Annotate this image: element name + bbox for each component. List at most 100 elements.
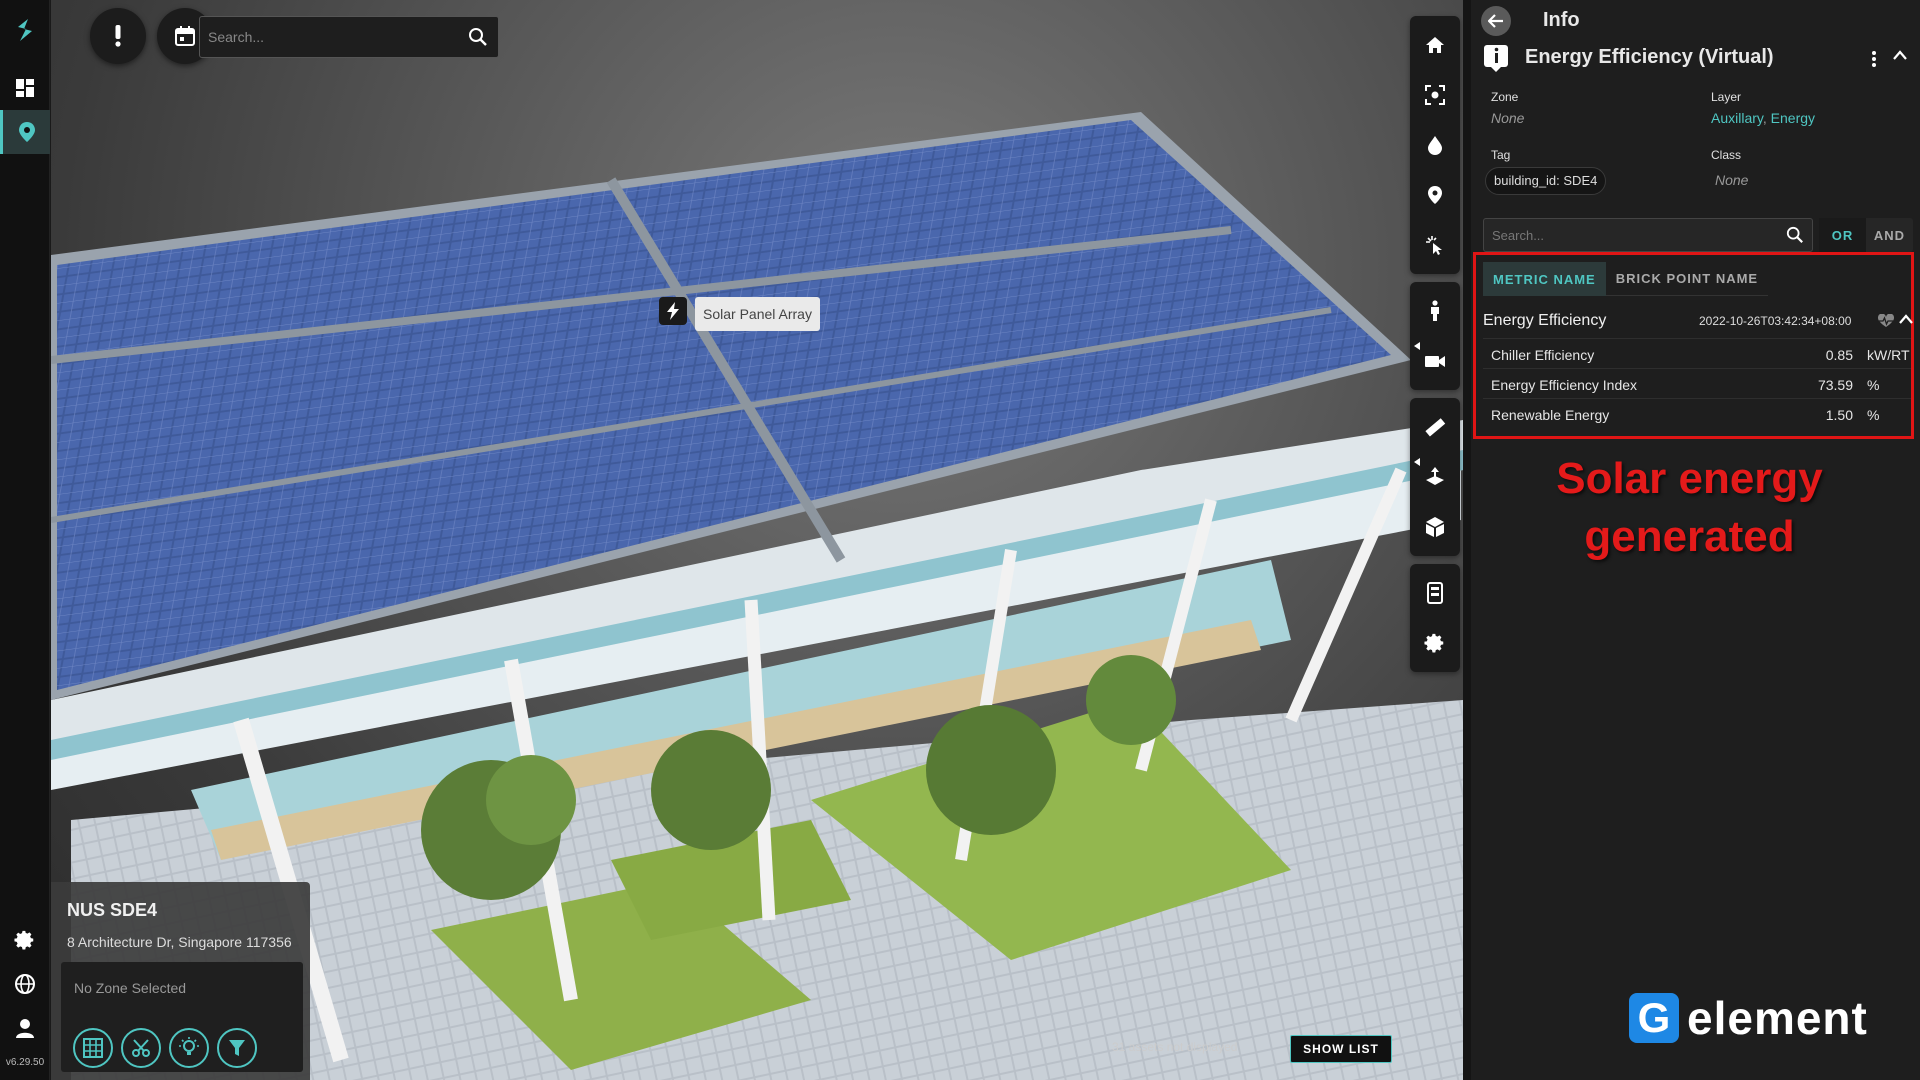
metric-value: 1.50 <box>1825 407 1853 423</box>
viewport-search-input[interactable] <box>208 17 458 57</box>
search-icon[interactable] <box>1786 226 1804 249</box>
metric-value: 73.59 <box>1817 377 1853 393</box>
settings-nav[interactable] <box>0 918 50 962</box>
chevron-up-icon[interactable] <box>1899 314 1913 324</box>
poi-button[interactable] <box>1410 170 1460 220</box>
logic-toggle: OR AND <box>1819 218 1913 252</box>
metric-name: Renewable Energy <box>1491 407 1610 423</box>
walk-mode-button[interactable] <box>1410 286 1460 336</box>
metric-search[interactable] <box>1483 218 1813 252</box>
exclamation-icon <box>115 25 121 47</box>
layer-link-auxillary[interactable]: Auxillary <box>1711 110 1763 126</box>
class-label: Class <box>1711 148 1742 162</box>
annotation-line-2: generated <box>1584 512 1795 561</box>
cut-tool-button[interactable] <box>121 1028 161 1068</box>
focus-view-button[interactable] <box>1410 70 1460 120</box>
logic-or-button[interactable]: OR <box>1819 218 1866 252</box>
more-options-icon[interactable] <box>1871 50 1877 68</box>
drop-icon <box>1428 136 1442 155</box>
metric-unit: % <box>1867 407 1880 423</box>
hidden-assets-count: 31 assets not displayed <box>1112 1040 1238 1054</box>
focus-target-icon <box>1425 85 1445 105</box>
map-marker-icon <box>1428 186 1442 204</box>
tab-brick-point-name[interactable]: BRICK POINT NAME <box>1605 262 1769 296</box>
alerts-button[interactable] <box>90 8 146 64</box>
metric-value: 0.85 <box>1825 347 1853 363</box>
metric-group-timestamp: 2022-10-26T03:42:34+08:00 <box>1699 314 1852 328</box>
section-button[interactable] <box>1410 452 1460 502</box>
viewer-settings-button[interactable] <box>1410 618 1460 668</box>
move-arrows-icon <box>1426 467 1444 485</box>
layers-drop-button[interactable] <box>1410 120 1460 170</box>
expand-caret-icon <box>1414 458 1420 466</box>
search-icon[interactable] <box>468 27 488 52</box>
navigation-tools <box>1410 16 1460 274</box>
gear-icon <box>14 930 34 950</box>
expand-caret-icon <box>1414 342 1420 350</box>
measure-button[interactable] <box>1410 402 1460 452</box>
lightbulb-icon <box>179 1037 199 1055</box>
metric-unit: kW/RT <box>1867 347 1910 363</box>
zone-selector[interactable]: No Zone Selected <box>61 962 303 1072</box>
info-entity-icon <box>1484 45 1508 72</box>
metric-row[interactable]: Chiller Efficiency 0.85 kW/RT <box>1483 338 1911 368</box>
globe-nav[interactable] <box>0 962 50 1006</box>
metric-group-header[interactable]: Energy Efficiency 2022-10-26T03:42:34+08… <box>1483 306 1913 336</box>
metric-tabs: METRIC NAME BRICK POINT NAME <box>1483 262 1769 296</box>
info-panel: Info Energy Efficiency (Virtual) Zone No… <box>1463 0 1920 1080</box>
lighting-button[interactable] <box>169 1028 209 1068</box>
zone-label: Zone <box>1491 90 1519 104</box>
chevron-up-icon[interactable] <box>1893 50 1907 60</box>
scissors-icon <box>132 1039 150 1057</box>
dashboard-nav[interactable] <box>0 66 50 110</box>
show-list-button[interactable]: SHOW LIST <box>1290 1035 1392 1063</box>
3d-viewport[interactable]: Solar Panel Array <box>51 0 1463 1080</box>
layer-link-energy[interactable]: Energy <box>1771 110 1815 126</box>
calendar-icon <box>175 26 195 46</box>
arrow-left-icon <box>1488 14 1503 28</box>
heartbeat-icon[interactable] <box>1877 314 1895 328</box>
location-card: NUS SDE4 8 Architecture Dr, Singapore 11… <box>51 882 310 1080</box>
filter-button[interactable] <box>217 1028 257 1068</box>
building-address: 8 Architecture Dr, Singapore 117356 <box>67 934 292 950</box>
cube-icon <box>1426 517 1444 537</box>
explode-view-button[interactable] <box>1410 502 1460 552</box>
brand-watermark: G element <box>1629 990 1868 1046</box>
metric-row[interactable]: Renewable Energy 1.50 % <box>1483 398 1911 428</box>
system-tools <box>1410 564 1460 672</box>
metric-row[interactable]: Energy Efficiency Index 73.59 % <box>1483 368 1911 398</box>
filter-icon <box>229 1040 245 1056</box>
metric-search-input[interactable] <box>1492 219 1772 251</box>
annotation-text: Solar energy generated <box>1471 450 1908 566</box>
ruler-icon <box>1425 418 1446 437</box>
user-icon <box>16 1019 34 1038</box>
logic-and-button[interactable]: AND <box>1866 218 1913 252</box>
app-logo[interactable] <box>0 8 50 52</box>
viewport-search[interactable] <box>199 16 499 58</box>
metric-unit: % <box>1867 377 1880 393</box>
lightning-icon <box>667 302 679 320</box>
user-nav[interactable] <box>0 1006 50 1050</box>
layer-values: Auxillary, Energy <box>1711 110 1815 126</box>
brand-wordmark: element <box>1687 992 1868 1044</box>
viewport-tool-rail <box>1410 16 1460 680</box>
tag-label: Tag <box>1491 148 1511 162</box>
dashboard-icon <box>16 79 34 97</box>
select-tool-button[interactable] <box>1410 220 1460 270</box>
back-button[interactable] <box>1481 6 1511 36</box>
metric-group-name: Energy Efficiency <box>1483 312 1607 329</box>
energy-asset-pin[interactable] <box>659 297 687 325</box>
metric-name: Chiller Efficiency <box>1491 347 1595 363</box>
person-icon <box>1431 300 1439 321</box>
home-view-button[interactable] <box>1410 20 1460 70</box>
layer-separator: , <box>1762 110 1767 126</box>
measure-tools <box>1410 398 1460 556</box>
tab-metric-name[interactable]: METRIC NAME <box>1483 262 1606 296</box>
tag-chip[interactable]: building_id: SDE4 <box>1485 167 1607 195</box>
device-panel-button[interactable] <box>1410 568 1460 618</box>
grid-icon <box>83 1038 103 1058</box>
map-nav[interactable] <box>0 110 50 154</box>
floor-grid-button[interactable] <box>73 1028 113 1068</box>
camera-button[interactable] <box>1410 336 1460 386</box>
entity-name: Energy Efficiency (Virtual) <box>1525 46 1774 68</box>
